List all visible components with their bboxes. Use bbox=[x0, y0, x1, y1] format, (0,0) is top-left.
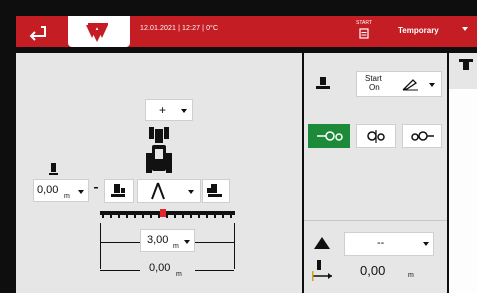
hitch-icon bbox=[151, 182, 165, 200]
chevron-down-icon bbox=[181, 109, 187, 113]
calendar-icon bbox=[359, 28, 369, 39]
implement-left-button[interactable] bbox=[104, 179, 134, 203]
pencil-edit-icon bbox=[402, 79, 418, 91]
lateral-offset-value: 0,00 bbox=[37, 184, 59, 196]
implement-slope-icon bbox=[314, 237, 330, 249]
profile-select[interactable]: Temporary bbox=[398, 26, 439, 35]
machine-icon bbox=[316, 77, 330, 89]
lateral-shift-unit: m bbox=[408, 272, 414, 279]
machine-icon bbox=[459, 59, 473, 70]
tractor-icon bbox=[146, 127, 172, 173]
on-label: On bbox=[369, 83, 380, 92]
mode-option-1-button[interactable] bbox=[308, 124, 350, 148]
offset-arrow-icon bbox=[312, 260, 332, 281]
working-width-value: 3,00 bbox=[147, 234, 169, 246]
working-width-unit: m bbox=[173, 243, 179, 250]
side-panel bbox=[449, 53, 477, 293]
implement-type-select[interactable] bbox=[137, 179, 201, 203]
mode-select-value: + bbox=[159, 103, 167, 117]
chevron-down-icon bbox=[78, 190, 84, 194]
lateral-offset-unit: m bbox=[64, 193, 70, 200]
arrow-marker-icon bbox=[94, 187, 98, 189]
chevron-down-icon bbox=[423, 242, 429, 246]
terminal-screen: 12.01.2021 | 12:27 | 0°C START Temporary… bbox=[0, 0, 477, 293]
tractor-reverse-icon bbox=[411, 131, 434, 141]
chevron-down-icon bbox=[188, 190, 194, 194]
dimension-line bbox=[234, 223, 235, 269]
offset-marker-icon bbox=[49, 163, 58, 175]
settings-panel: Start On -- 0,00 m bbox=[304, 53, 447, 293]
tractor-forward-icon bbox=[317, 131, 343, 141]
mode-select[interactable]: + bbox=[145, 99, 193, 121]
rear-offset-unit: m bbox=[176, 271, 182, 278]
mode-option-3-button[interactable] bbox=[402, 124, 442, 148]
start-label: START bbox=[356, 20, 372, 26]
mode-option-2-button[interactable] bbox=[356, 124, 396, 148]
top-bar: 12.01.2021 | 12:27 | 0°C START Temporary bbox=[16, 16, 477, 47]
chevron-down-icon[interactable] bbox=[462, 27, 468, 31]
lateral-offset-field[interactable]: 0,00 m bbox=[33, 179, 89, 202]
side-panel-content bbox=[449, 89, 477, 293]
date-time-temperature: 12.01.2021 | 12:27 | 0°C bbox=[140, 25, 219, 32]
rear-offset-value-box[interactable]: 0,00 m bbox=[140, 258, 195, 281]
tractor-turn-icon bbox=[367, 130, 385, 143]
triple-triangle-logo-icon bbox=[86, 23, 108, 42]
divider bbox=[304, 220, 447, 221]
working-width-field[interactable]: 3,00 m bbox=[140, 229, 195, 252]
chevron-down-icon bbox=[429, 83, 435, 87]
lateral-shift-value: 0,00 bbox=[360, 263, 386, 278]
start-on-select[interactable]: Start On bbox=[356, 71, 442, 97]
back-arrow-icon bbox=[29, 26, 46, 41]
implement-width-bar bbox=[100, 209, 235, 218]
implement-geometry-panel: + 0,00 m 3,00 m 0,00 m bbox=[16, 53, 302, 293]
guidance-select-value: -- bbox=[377, 237, 385, 249]
rear-offset-value: 0,00 bbox=[149, 262, 171, 274]
implement-right-icon bbox=[207, 184, 222, 197]
guidance-select[interactable]: -- bbox=[344, 232, 434, 256]
brand-logo bbox=[68, 16, 130, 47]
chevron-down-icon bbox=[184, 240, 190, 244]
back-button[interactable] bbox=[24, 22, 50, 42]
implement-left-icon bbox=[111, 184, 125, 197]
start-button[interactable]: START bbox=[353, 19, 375, 45]
implement-right-button[interactable] bbox=[202, 179, 230, 203]
dimension-line bbox=[100, 223, 101, 269]
start-label: Start bbox=[365, 74, 382, 83]
